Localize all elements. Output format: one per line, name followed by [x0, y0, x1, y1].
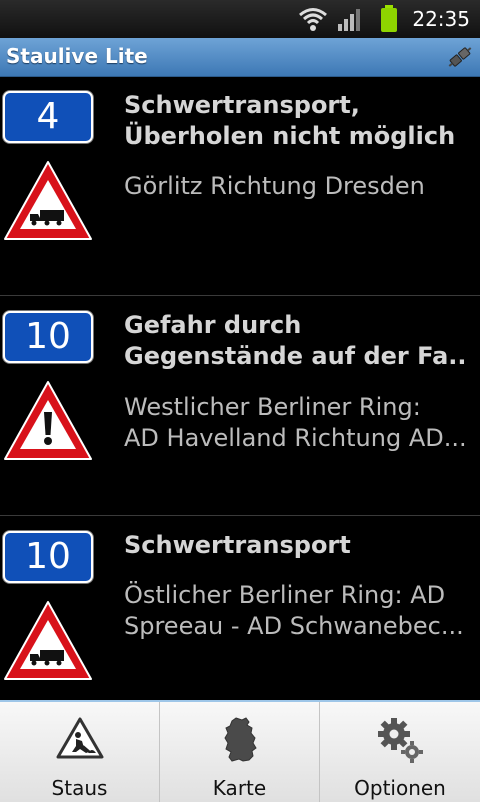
incident-item[interactable]: 10 Gefahr durch Gegenstände auf der Fa..… — [0, 296, 480, 516]
truck-warning-sign-icon — [4, 601, 92, 680]
incident-location: Östlicher Berliner Ring: AD Spreeau - AD… — [124, 581, 464, 640]
wifi-icon — [299, 8, 327, 31]
tab-label: Karte — [212, 776, 267, 800]
title-bar: Staulive Lite — [0, 38, 480, 77]
exclamation-warning-sign-icon — [4, 381, 92, 460]
incident-list: 4 Schwertransport, Überholen nicht mögli… — [0, 76, 480, 700]
incident-item[interactable]: 4 Schwertransport, Überholen nicht mögli… — [0, 76, 480, 296]
road-number-sign: 10 — [3, 531, 93, 583]
road-number-sign: 4 — [3, 91, 93, 143]
bottom-tab-bar: Staus Karte Optionen — [0, 700, 480, 802]
incident-location: Görlitz Richtung Dresden — [124, 172, 425, 200]
road-number-sign: 10 — [3, 311, 93, 363]
incident-title: Schwertransport, Überholen nicht möglich — [124, 91, 456, 150]
incident-title: Gefahr durch Gegenstände auf der Fa... — [124, 311, 464, 370]
road-number: 10 — [25, 316, 71, 357]
tab-staus[interactable]: Staus — [0, 702, 160, 802]
app-title: Staulive Lite — [6, 44, 148, 68]
battery-icon — [381, 5, 397, 32]
tab-karte[interactable]: Karte — [160, 702, 320, 802]
plug-connection-icon[interactable] — [446, 43, 474, 71]
tab-label: Optionen — [354, 776, 446, 800]
clock: 22:35 — [412, 7, 470, 31]
truck-warning-sign-icon — [4, 161, 92, 240]
tab-label: Staus — [51, 776, 108, 800]
roadworks-icon — [56, 717, 103, 759]
incident-title: Schwertransport — [124, 531, 351, 559]
road-number: 10 — [25, 536, 71, 577]
gears-icon — [378, 718, 423, 763]
road-number: 4 — [36, 96, 60, 137]
signal-icon — [338, 9, 360, 31]
germany-map-icon — [223, 717, 257, 762]
incident-location: Westlicher Berliner Ring: AD Havelland R… — [124, 393, 467, 452]
tab-optionen[interactable]: Optionen — [320, 702, 480, 802]
status-bar: 22:35 — [0, 0, 480, 38]
